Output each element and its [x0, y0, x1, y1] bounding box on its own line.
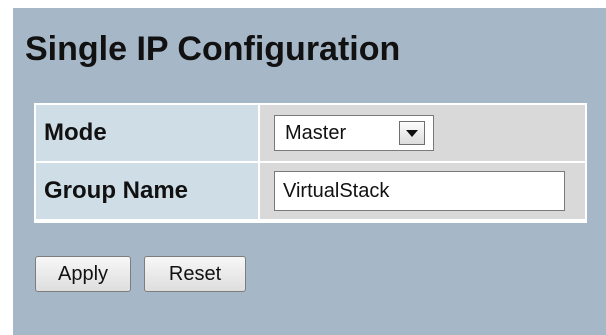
config-panel: Single IP Configuration Mode Master Grou…	[13, 8, 606, 335]
mode-dropdown-button[interactable]	[399, 121, 425, 145]
group-name-row: Group Name	[36, 163, 585, 219]
mode-row: Mode Master	[36, 105, 585, 161]
mode-value-cell: Master	[260, 105, 585, 161]
group-name-value-cell	[260, 163, 585, 219]
reset-button[interactable]: Reset	[144, 256, 246, 292]
chevron-down-icon	[406, 130, 418, 137]
mode-select[interactable]: Master	[274, 115, 434, 151]
group-name-label: Group Name	[36, 163, 258, 219]
page-title: Single IP Configuration	[25, 30, 401, 68]
group-name-input[interactable]	[274, 171, 565, 211]
config-table: Mode Master Group Name	[34, 103, 587, 223]
mode-select-value: Master	[285, 122, 347, 144]
apply-button[interactable]: Apply	[35, 256, 131, 292]
mode-label: Mode	[36, 105, 258, 161]
